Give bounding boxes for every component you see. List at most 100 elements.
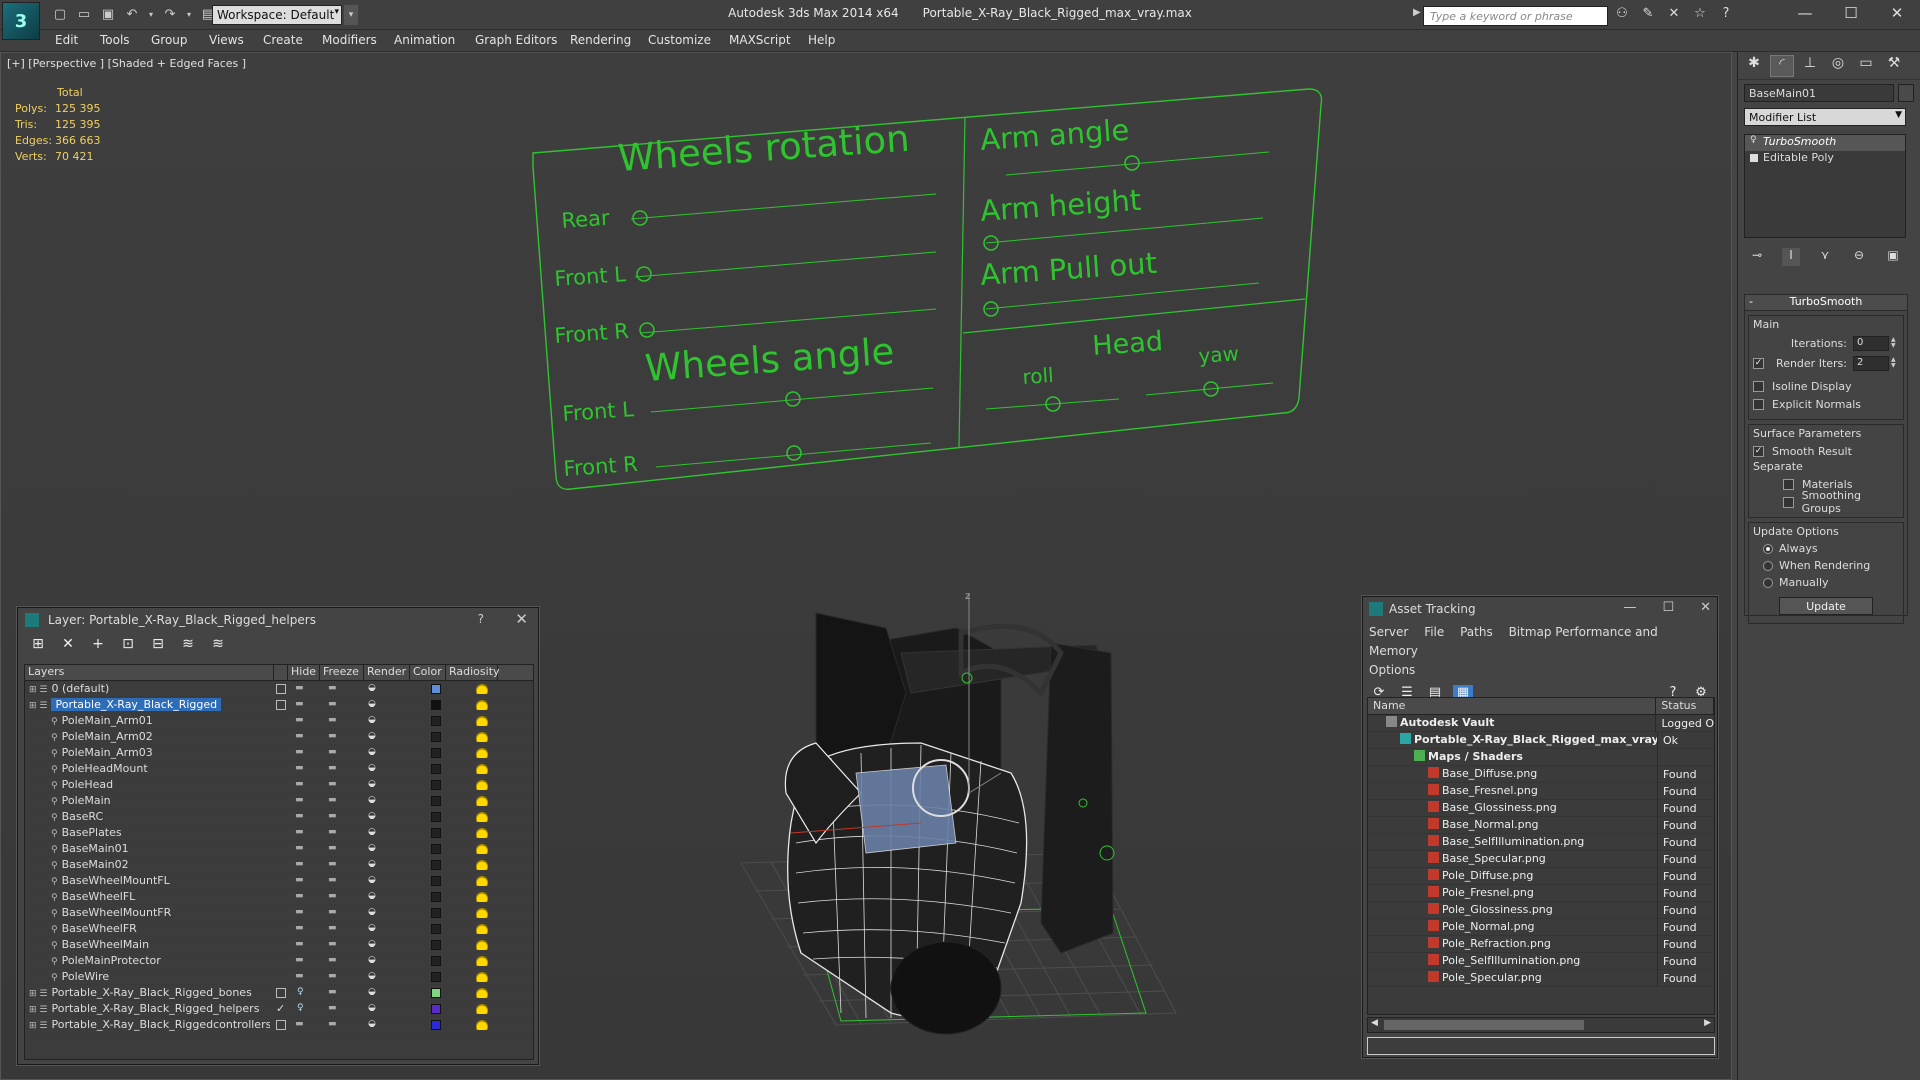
render-teapot-icon[interactable]: ◒ [368, 699, 376, 709]
radiosity-icon[interactable] [476, 812, 488, 822]
current-layer-toggle[interactable] [276, 700, 286, 710]
asset-row[interactable]: Autodesk Vault Logged O [1368, 714, 1714, 732]
render-teapot-icon[interactable]: ◒ [368, 827, 376, 837]
layer-color-swatch[interactable] [431, 892, 441, 902]
app-logo-icon[interactable]: 3 [2, 2, 40, 40]
radiosity-icon[interactable] [476, 908, 488, 918]
layer-name-cell[interactable]: ⚲ PoleMain_Arm02 [25, 730, 270, 743]
iterations-spinner[interactable]: 0 [1853, 335, 1889, 351]
menu-customize[interactable]: Customize [648, 33, 711, 47]
asset-name-cell[interactable]: Pole_Fresnel.png [1368, 884, 1658, 902]
freeze-toggle-icon[interactable]: ▬ [328, 715, 337, 725]
asset-name-cell[interactable]: Base_Specular.png [1368, 850, 1658, 868]
layer-name-cell[interactable]: ⚲ BaseWheelFR [25, 922, 270, 935]
make-unique-icon[interactable]: ⋎ [1816, 248, 1834, 266]
layer-name-cell[interactable]: ⚲ PoleMainProtector [25, 954, 270, 967]
radiosity-icon[interactable] [476, 828, 488, 838]
lightbulb-icon[interactable]: ♀ [1750, 135, 1758, 145]
render-teapot-icon[interactable]: ◒ [368, 859, 376, 869]
menu-group[interactable]: Group [151, 33, 188, 47]
asset-tracking-panel[interactable]: Asset Tracking — ☐ ✕ Server File Paths B… [1362, 596, 1718, 1058]
asset-row[interactable]: Maps / Shaders [1368, 748, 1714, 766]
undo-dropdown-icon[interactable]: ▾ [146, 4, 156, 24]
motion-tab-icon[interactable]: ◎ [1826, 55, 1850, 77]
configure-sets-icon[interactable]: ▣ [1884, 248, 1902, 266]
hide-toggle-icon[interactable]: ▬ [295, 683, 304, 693]
freeze-toggle-icon[interactable]: ▬ [328, 795, 337, 805]
asset-menu-file[interactable]: File [1424, 625, 1444, 639]
asset-row[interactable]: Base_Normal.png Found [1368, 816, 1714, 834]
manually-radio[interactable] [1763, 577, 1773, 588]
redo-dropdown-icon[interactable]: ▾ [184, 4, 194, 24]
layer-name-cell[interactable]: ⚲ BaseMain01 [25, 842, 270, 855]
asset-row[interactable]: Base_Glossiness.png Found [1368, 799, 1714, 817]
menu-modifiers[interactable]: Modifiers [322, 33, 377, 47]
close-icon[interactable]: ✕ [1874, 0, 1920, 26]
asset-name-cell[interactable]: Pole_Diffuse.png [1368, 867, 1658, 885]
layer-name-cell[interactable]: ⚲ PoleHead [25, 778, 270, 791]
layer-name-cell[interactable]: ⊞ ☰ 0 (default) [25, 682, 270, 695]
layer-row[interactable]: ⚲ BaseWheelMountFR ▬ ▬ ◒ [25, 905, 533, 921]
menu-animation[interactable]: Animation [394, 33, 455, 47]
render-teapot-icon[interactable]: ◒ [368, 923, 376, 933]
show-end-result-icon[interactable]: Ⅰ [1782, 248, 1800, 266]
freeze-toggle-icon[interactable]: ▬ [328, 939, 337, 949]
slider-front-l[interactable] [636, 266, 652, 282]
radiosity-icon[interactable] [476, 764, 488, 774]
layer-panel-titlebar[interactable]: Layer: Portable_X-Ray_Black_Rigged_helpe… [18, 608, 538, 632]
asset-menu-options[interactable]: Options [1369, 663, 1415, 677]
explicit-normals-checkbox[interactable] [1753, 398, 1764, 410]
new-file-icon[interactable]: ▢ [50, 4, 70, 24]
menu-maxscript[interactable]: MAXScript [729, 33, 791, 47]
open-file-icon[interactable]: ▭ [74, 4, 94, 24]
layer-name-cell[interactable]: ⊞ ☰ Portable_X-Ray_Black_Riggedcontroller… [25, 1018, 270, 1031]
slider-front-r[interactable] [639, 322, 655, 338]
delete-layer-icon[interactable]: ✕ [58, 636, 78, 656]
slider-front-r-angle[interactable] [786, 445, 802, 461]
radiosity-icon[interactable] [476, 844, 488, 854]
remove-modifier-icon[interactable]: ⊖ [1850, 248, 1868, 266]
materials-checkbox[interactable] [1783, 478, 1794, 490]
asset-row[interactable]: Base_Fresnel.png Found [1368, 782, 1714, 800]
asset-row[interactable]: Pole_Glossiness.png Found [1368, 901, 1714, 919]
radiosity-icon[interactable] [476, 892, 488, 902]
rollout-header[interactable]: - TurboSmooth [1745, 295, 1907, 311]
hide-toggle-icon[interactable]: ▬ [295, 907, 304, 917]
slider-arm-angle[interactable] [1124, 155, 1140, 171]
hide-toggle-icon[interactable]: ▬ [295, 827, 304, 837]
render-teapot-icon[interactable]: ◒ [368, 683, 376, 693]
freeze-toggle-icon[interactable]: ▬ [328, 747, 337, 757]
layer-row[interactable]: ⚲ BaseWheelMain ▬ ▬ ◒ [25, 937, 533, 953]
render-teapot-icon[interactable]: ◒ [368, 987, 376, 997]
layer-name-cell[interactable]: ⚲ PoleMain_Arm01 [25, 714, 270, 727]
col-layers[interactable]: Layers [25, 665, 274, 680]
col-name[interactable]: Name [1368, 698, 1657, 714]
asset-panel-titlebar[interactable]: Asset Tracking — ☐ ✕ [1363, 597, 1717, 621]
render-teapot-icon[interactable]: ◒ [368, 955, 376, 965]
hide-toggle-icon[interactable]: ▬ [295, 747, 304, 757]
layer-row[interactable]: ⊞ ☰ Portable_X-Ray_Black_Rigged ▬ ▬ ◒ [25, 697, 533, 713]
layer-row[interactable]: ⊞ ☰ Portable_X-Ray_Black_Rigged_bones ♀ ▬ ◒ [25, 985, 533, 1001]
modify-tab-icon[interactable]: ◜ [1770, 55, 1794, 77]
layer-color-swatch[interactable] [431, 780, 441, 790]
utilities-tab-icon[interactable]: ⚒ [1882, 55, 1906, 77]
layer-row[interactable]: ⚲ BasePlates ▬ ▬ ◒ [25, 825, 533, 841]
menu-rendering[interactable]: Rendering [570, 33, 631, 47]
col-render[interactable]: Render [364, 665, 410, 680]
render-teapot-icon[interactable]: ◒ [368, 891, 376, 901]
hide-toggle-icon[interactable]: ▬ [295, 875, 304, 885]
search-expand-icon[interactable]: ▶ [1413, 7, 1421, 18]
render-teapot-icon[interactable]: ◒ [368, 763, 376, 773]
render-teapot-icon[interactable]: ◒ [368, 811, 376, 821]
asset-name-cell[interactable]: Base_Normal.png [1368, 816, 1658, 834]
layer-name-cell[interactable]: ⚲ PoleWire [25, 970, 270, 983]
freeze-toggle-icon[interactable]: ▬ [328, 843, 337, 853]
layer-color-swatch[interactable] [431, 716, 441, 726]
current-layer-toggle[interactable] [276, 684, 286, 694]
layer-row[interactable]: ⚲ PoleMain_Arm02 ▬ ▬ ◒ [25, 729, 533, 745]
update-button[interactable]: Update [1779, 597, 1873, 615]
help-icon[interactable]: ? [1716, 6, 1736, 24]
freeze-toggle-icon[interactable]: ▬ [328, 891, 337, 901]
radiosity-icon[interactable] [476, 956, 488, 966]
freeze-toggle-icon[interactable]: ▬ [328, 1019, 337, 1029]
